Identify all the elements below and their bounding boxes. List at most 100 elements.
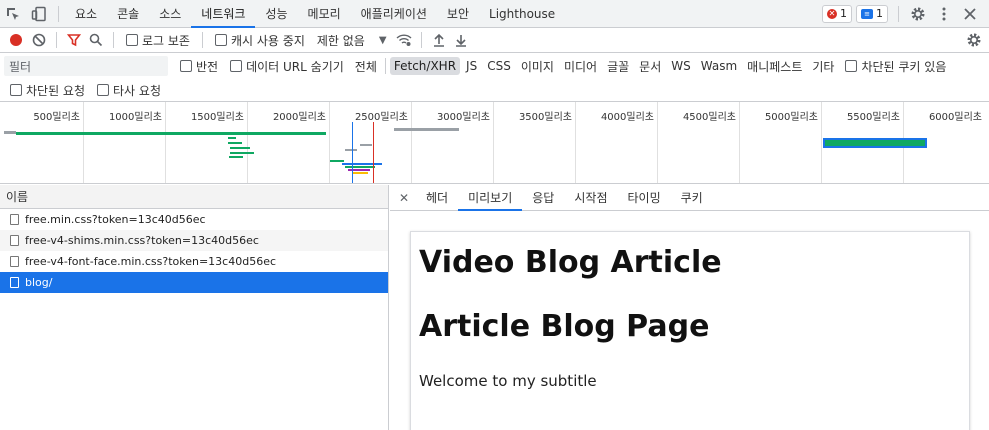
tab-network[interactable]: 네트워크 — [191, 0, 256, 28]
invert-checkbox[interactable]: 반전 — [180, 58, 218, 75]
tab-elements[interactable]: 요소 — [65, 0, 107, 28]
more-options-icon[interactable] — [931, 0, 957, 28]
type-filter-all[interactable]: 전체 — [351, 56, 381, 77]
request-detail-pane: ✕ 헤더 미리보기 응답 시작점 타이밍 쿠키 Video Blog Artic… — [390, 185, 989, 430]
tab-preview[interactable]: 미리보기 — [458, 185, 523, 211]
settings-icon[interactable] — [905, 0, 931, 28]
checkbox-box[interactable] — [230, 60, 243, 72]
timeline-bar — [229, 156, 243, 158]
blocked-cookies-label: 차단된 쿠키 있음 — [861, 59, 947, 74]
grid-line — [493, 102, 494, 183]
grid-line — [821, 102, 822, 183]
checkbox-box[interactable] — [10, 84, 22, 96]
tab-headers[interactable]: 헤더 — [416, 185, 458, 211]
file-icon — [10, 214, 19, 225]
checkbox-box[interactable] — [180, 60, 192, 72]
timeline-bar — [330, 160, 344, 162]
export-har-icon[interactable] — [450, 29, 472, 51]
table-row[interactable]: blog/ — [0, 272, 388, 293]
type-filter-media[interactable]: 미디어 — [560, 56, 601, 77]
blocked-requests-label: 차단된 요청 — [26, 83, 86, 98]
chevron-down-icon: ▼ — [378, 34, 387, 46]
name-column-header[interactable]: 이름 — [0, 185, 388, 209]
third-party-label: 타사 요청 — [113, 83, 161, 98]
timeline-bar — [345, 166, 375, 168]
tab-timing[interactable]: 타이밍 — [617, 185, 670, 211]
type-filter-other[interactable]: 기타 — [808, 56, 838, 77]
network-conditions-icon[interactable] — [393, 29, 415, 51]
message-badge[interactable]: ≡ 1 — [856, 4, 888, 23]
clear-icon[interactable] — [28, 29, 50, 51]
checkbox-box[interactable] — [845, 60, 858, 72]
file-icon — [10, 235, 19, 246]
table-row[interactable]: free-v4-font-face.min.css?token=13c40d56… — [0, 251, 388, 272]
tab-cookies[interactable]: 쿠키 — [671, 185, 713, 211]
timeline-bar — [16, 132, 326, 135]
tab-initiator[interactable]: 시작점 — [564, 185, 617, 211]
message-icon: ≡ — [861, 8, 873, 19]
network-settings-icon[interactable] — [963, 29, 985, 51]
checkbox-box[interactable] — [214, 34, 227, 46]
tab-memory[interactable]: 메모리 — [298, 0, 351, 28]
type-filter-ws[interactable]: WS — [667, 57, 694, 75]
blocked-cookies-checkbox[interactable]: 차단된 쿠키 있음 — [845, 58, 946, 75]
tab-lighthouse[interactable]: Lighthouse — [479, 0, 565, 28]
filter-input[interactable]: 필터 — [4, 56, 168, 76]
type-filter-manifest[interactable]: 매니페스트 — [743, 56, 806, 77]
html-preview: Video Blog Article Article Blog Page Wel… — [410, 231, 970, 430]
grid-line — [83, 102, 84, 183]
timeline-bar — [230, 152, 254, 154]
throttling-select[interactable]: 제한 없음 ▼ — [317, 32, 387, 49]
type-filter-img[interactable]: 이미지 — [517, 56, 558, 77]
divider — [420, 32, 422, 48]
request-list-pane: 이름 free.min.css?token=13c40d56ec free-v4… — [0, 185, 389, 430]
close-icon[interactable] — [957, 0, 983, 28]
hide-data-urls-checkbox[interactable]: 데이터 URL 숨기기 — [230, 58, 344, 75]
timeline-tick-label: 6000밀리초 — [928, 112, 982, 123]
timeline-tick-label: 4500밀리초 — [682, 112, 736, 123]
error-count: 1 — [840, 7, 847, 20]
grid-line — [247, 102, 248, 183]
type-filter-css[interactable]: CSS — [483, 57, 515, 75]
disable-cache-checkbox[interactable]: 캐시 사용 중지 — [214, 32, 305, 49]
load-event-line — [373, 122, 374, 183]
tab-performance[interactable]: 성능 — [255, 0, 297, 28]
table-row[interactable]: free.min.css?token=13c40d56ec — [0, 209, 388, 230]
tab-sources[interactable]: 소스 — [149, 0, 191, 28]
checkbox-box[interactable] — [126, 34, 138, 46]
tab-console[interactable]: 콘솔 — [107, 0, 149, 28]
tab-response[interactable]: 응답 — [522, 185, 564, 211]
hide-data-urls-label: 데이터 URL 숨기기 — [246, 59, 344, 74]
type-filter-fetch-xhr[interactable]: Fetch/XHR — [389, 57, 461, 75]
throttling-value: 제한 없음 — [316, 33, 365, 48]
type-filter-wasm[interactable]: Wasm — [697, 57, 741, 75]
blocked-requests-checkbox[interactable]: 차단된 요청 — [10, 82, 85, 99]
timeline-bar — [394, 128, 459, 131]
third-party-checkbox[interactable]: 타사 요청 — [97, 82, 161, 99]
file-icon — [10, 277, 19, 288]
checkbox-box[interactable] — [97, 84, 110, 96]
grid-line — [657, 102, 658, 183]
tab-application[interactable]: 애플리케이션 — [351, 0, 437, 28]
search-icon[interactable] — [85, 29, 107, 51]
record-icon[interactable] — [10, 34, 22, 46]
preserve-log-label: 로그 보존 — [142, 33, 190, 48]
preserve-log-checkbox[interactable]: 로그 보존 — [126, 32, 190, 49]
type-filter-doc[interactable]: 문서 — [635, 56, 665, 77]
network-overview[interactable]: 500밀리초 1000밀리초 1500밀리초 2000밀리초 2500밀리초 3… — [0, 102, 989, 184]
type-filter-font[interactable]: 글꼴 — [603, 56, 633, 77]
device-toolbar-icon[interactable] — [26, 0, 52, 28]
timeline-tick-label: 5000밀리초 — [764, 112, 818, 123]
inspect-element-icon[interactable] — [0, 0, 26, 28]
tab-security[interactable]: 보안 — [437, 0, 479, 28]
close-icon[interactable]: ✕ — [396, 191, 412, 205]
filter-icon[interactable] — [63, 29, 85, 51]
error-icon: ✕ — [827, 8, 837, 19]
import-har-icon[interactable] — [428, 29, 450, 51]
disable-cache-label: 캐시 사용 중지 — [230, 33, 305, 48]
table-row[interactable]: free-v4-shims.min.css?token=13c40d56ec — [0, 230, 388, 251]
divider — [201, 32, 203, 48]
error-badge[interactable]: ✕ 1 — [822, 4, 852, 23]
type-filter-js[interactable]: JS — [462, 57, 481, 75]
timeline-tick-label: 2000밀리초 — [272, 112, 326, 123]
